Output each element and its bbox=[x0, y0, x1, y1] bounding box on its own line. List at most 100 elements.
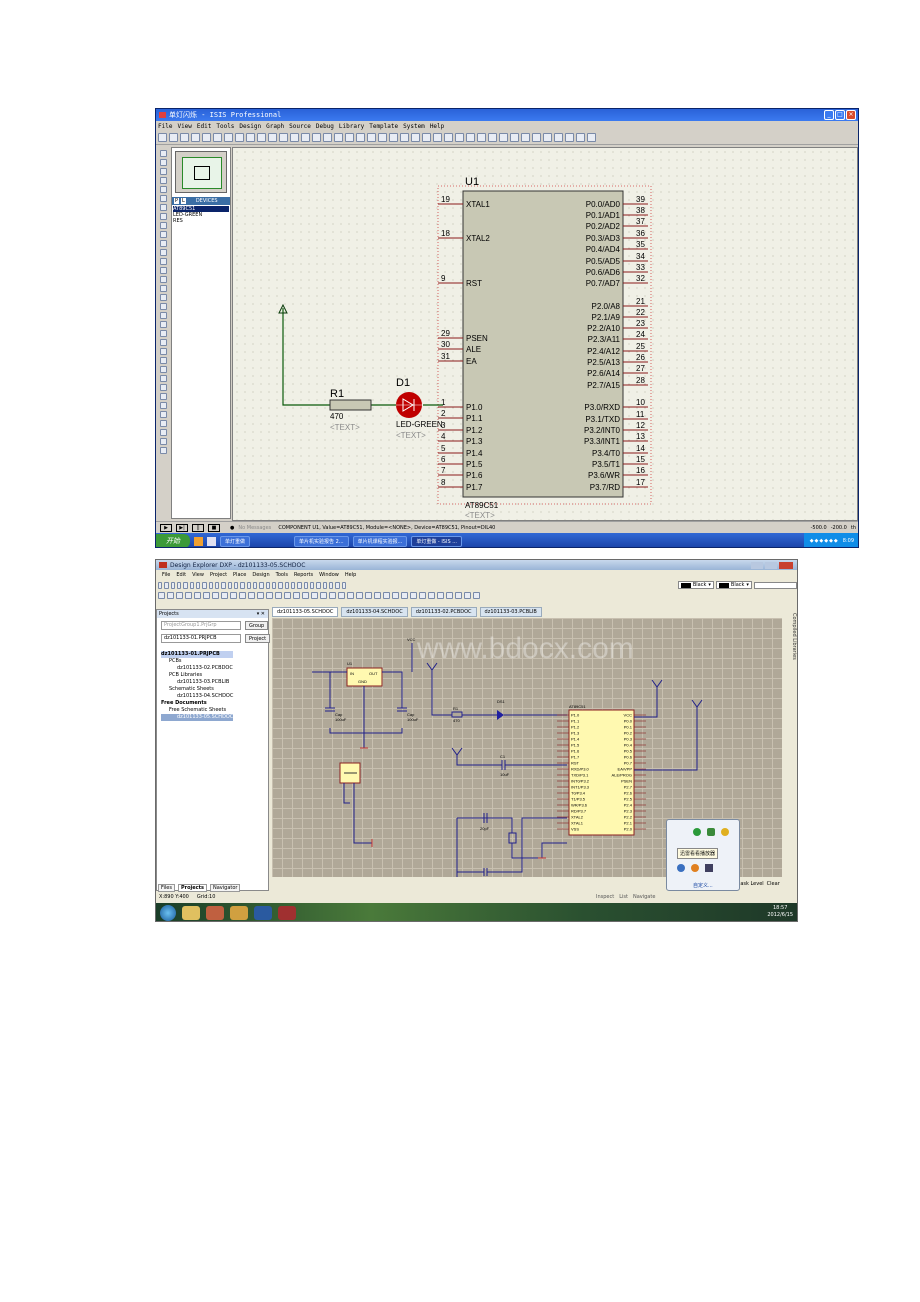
menu-item[interactable]: File bbox=[158, 123, 172, 130]
mode-tool-icon[interactable] bbox=[159, 222, 167, 229]
toolbar-icon[interactable] bbox=[565, 133, 574, 142]
toolbar-icon[interactable] bbox=[335, 581, 340, 589]
toolbar-icon[interactable] bbox=[235, 133, 244, 142]
mode-tool-icon[interactable] bbox=[159, 249, 167, 256]
menu-item[interactable]: Design bbox=[239, 123, 261, 130]
toolbar-icon[interactable] bbox=[499, 133, 508, 142]
quicklaunch-icon[interactable] bbox=[207, 536, 216, 546]
toolbar-icon[interactable] bbox=[532, 133, 541, 142]
mode-tool-icon[interactable] bbox=[159, 393, 167, 400]
toolbar-icon[interactable] bbox=[290, 133, 299, 142]
menu-item[interactable]: Help bbox=[430, 123, 444, 130]
toolbar-icon[interactable] bbox=[322, 581, 327, 589]
schematic-canvas[interactable]: U1 AT89C51 <TEXT> 19 XTAL1 18 XTAL2 9 RST 29 PS… bbox=[232, 147, 858, 521]
mode-tool-icon[interactable] bbox=[159, 303, 167, 310]
toolbar-icon[interactable] bbox=[473, 591, 480, 599]
toolbar-icon[interactable] bbox=[446, 591, 453, 599]
toolbar-icon[interactable] bbox=[266, 591, 273, 599]
document-tab[interactable]: dz101133-02.PCBDOC bbox=[410, 607, 477, 617]
app-icon[interactable] bbox=[230, 906, 248, 920]
menu-item[interactable]: View bbox=[192, 572, 204, 578]
word-icon[interactable] bbox=[254, 906, 272, 920]
toolbar-icon[interactable] bbox=[455, 133, 464, 142]
color-select[interactable]: Black ▾ bbox=[677, 581, 714, 589]
tray-icon[interactable] bbox=[707, 828, 715, 836]
toolbar-icon[interactable] bbox=[208, 581, 213, 589]
toolbar-icon[interactable] bbox=[311, 591, 318, 599]
mode-tool-icon[interactable] bbox=[159, 375, 167, 382]
mode-tool-icon[interactable] bbox=[159, 438, 167, 445]
menu-item[interactable]: Design bbox=[252, 572, 269, 578]
tree-item[interactable]: dz101133-02.PCBDOC bbox=[161, 665, 233, 672]
toolbar-icon[interactable] bbox=[279, 133, 288, 142]
device-item[interactable]: RES bbox=[173, 218, 229, 224]
toolbar-icon[interactable] bbox=[521, 133, 530, 142]
font-select[interactable] bbox=[753, 581, 797, 589]
toolbar-icon[interactable] bbox=[302, 591, 309, 599]
toolbar-icon[interactable] bbox=[233, 581, 239, 589]
toolbar-icon[interactable] bbox=[212, 591, 219, 599]
menu-item[interactable]: Reports bbox=[294, 572, 313, 578]
toolbar-icon[interactable] bbox=[477, 133, 486, 142]
mode-tool-icon[interactable] bbox=[159, 285, 167, 292]
toolbar-icon[interactable] bbox=[401, 591, 408, 599]
close-button[interactable]: × bbox=[846, 110, 856, 120]
menu-item[interactable]: Library bbox=[339, 123, 364, 130]
step-button[interactable]: ▶| bbox=[176, 523, 188, 532]
toolbar-icon[interactable] bbox=[252, 581, 258, 589]
mode-tool-icon[interactable] bbox=[159, 339, 167, 346]
mode-tool-icon[interactable] bbox=[159, 267, 167, 274]
toolbar-icon[interactable] bbox=[191, 133, 200, 142]
taskbar-item[interactable]: 单片机实验报告 2... bbox=[294, 535, 349, 547]
tray-icon[interactable] bbox=[691, 864, 699, 872]
toolbar-icon[interactable] bbox=[284, 591, 291, 599]
toolbar-icon[interactable] bbox=[257, 133, 266, 142]
toolbar-icon[interactable] bbox=[389, 133, 398, 142]
toolbar-icon[interactable] bbox=[224, 133, 233, 142]
clear-button[interactable]: Clear bbox=[767, 881, 780, 887]
mode-tool-icon[interactable] bbox=[159, 186, 167, 193]
toolbar-icon[interactable] bbox=[194, 591, 201, 599]
toolbar-icon[interactable] bbox=[365, 591, 372, 599]
pause-button[interactable]: || bbox=[192, 523, 204, 532]
mode-tool-icon[interactable] bbox=[159, 159, 167, 166]
tree-item[interactable]: dz101133-05.SCHDOC bbox=[161, 714, 234, 721]
toolbar-icon[interactable] bbox=[293, 591, 300, 599]
tree-item[interactable]: Free Documents bbox=[161, 700, 233, 707]
pick-tab[interactable]: P bbox=[174, 198, 180, 204]
toolbar-icon[interactable] bbox=[411, 133, 420, 142]
mode-tool-icon[interactable] bbox=[159, 177, 167, 184]
color-select[interactable]: Black ▾ bbox=[715, 581, 752, 589]
inspect-button[interactable]: Inspect bbox=[596, 894, 614, 900]
toolbar-icon[interactable] bbox=[265, 581, 270, 589]
library-tab[interactable]: L bbox=[181, 198, 186, 204]
mode-tool-icon[interactable] bbox=[159, 429, 167, 436]
menu-item[interactable]: Debug bbox=[316, 123, 334, 130]
toolbar-icon[interactable] bbox=[378, 133, 387, 142]
toolbar-icon[interactable] bbox=[195, 581, 201, 589]
app-icon[interactable] bbox=[206, 906, 224, 920]
workspace-field[interactable]: ProjectGroup1.PrjGrp bbox=[161, 621, 241, 630]
toolbar-icon[interactable] bbox=[328, 581, 334, 589]
document-tab[interactable]: dz101133-03.PCBLIB bbox=[479, 607, 542, 617]
mode-tool-icon[interactable] bbox=[159, 366, 167, 373]
toolbar-icon[interactable] bbox=[312, 133, 321, 142]
toolbar-icon[interactable] bbox=[297, 581, 302, 589]
toolbar-icon[interactable] bbox=[248, 591, 255, 599]
tray-icon[interactable] bbox=[677, 864, 685, 872]
files-tab[interactable]: Files bbox=[158, 884, 175, 892]
mode-tool-icon[interactable] bbox=[159, 150, 167, 157]
menu-item[interactable]: System bbox=[403, 123, 425, 130]
toolbar-icon[interactable] bbox=[466, 133, 475, 142]
toolbar-icon[interactable] bbox=[213, 133, 222, 142]
mode-tool-icon[interactable] bbox=[159, 168, 167, 175]
mode-tool-icon[interactable] bbox=[159, 240, 167, 247]
minimize-button[interactable]: _ bbox=[824, 110, 834, 120]
menu-item[interactable]: File bbox=[162, 572, 170, 578]
stop-button[interactable]: ■ bbox=[208, 523, 220, 532]
toolbar-icon[interactable] bbox=[189, 581, 194, 589]
explorer-icon[interactable] bbox=[182, 906, 200, 920]
toolbar-icon[interactable] bbox=[203, 591, 210, 599]
menu-item[interactable]: Edit bbox=[176, 572, 186, 578]
toolbar-icon[interactable] bbox=[347, 591, 354, 599]
